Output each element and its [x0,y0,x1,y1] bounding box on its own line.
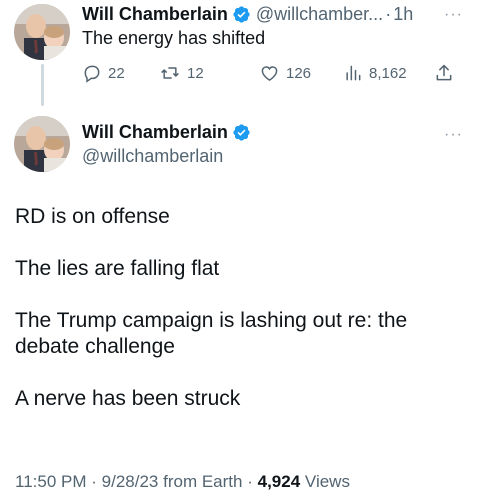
more-icon[interactable]: ··· [444,6,463,24]
author-name[interactable]: Will Chamberlain [82,122,228,143]
like-count: 126 [286,64,312,82]
separator-dot: · [247,472,253,491]
tweet-time[interactable]: 11:50 PM [15,472,87,491]
verified-badge-icon [233,123,250,141]
reply-tweet-header: Will Chamberlain @willchamber... · 1h [82,2,413,26]
tweet-metadata: 11:50 PM · 9/28/23 from Earth · 4,924 Vi… [15,472,350,492]
tweet-text: The energy has shifted [82,28,266,48]
separator-dot: · [385,3,392,24]
views-count: 8,162 [369,64,407,82]
tweet-paragraph: The lies are falling flat [15,257,220,280]
views-button[interactable]: 8,162 [343,60,407,86]
tweet-paragraph: The Trump campaign is lashing out re: th… [15,309,408,358]
verified-badge-icon [233,5,250,23]
avatar-photo [14,4,70,60]
tweet-paragraph: RD is on offense [15,205,170,228]
tweet-time[interactable]: 1h [393,4,413,25]
tweet-date[interactable]: 9/28/23 [102,472,159,491]
reply-icon [84,65,100,83]
thread-connector-line [41,64,44,106]
tweet-source: from Earth [163,472,243,491]
retweet-count: 12 [187,64,204,82]
like-button[interactable]: 126 [259,60,311,86]
avatar[interactable] [14,4,70,60]
views-label: Views [304,472,350,491]
main-tweet-text: RD is on offense The lies are falling fl… [15,204,465,438]
like-icon [261,66,278,81]
action-bar: 22 12 126 8,162 [82,60,467,86]
tweet-paragraph: A nerve has been struck [15,387,241,410]
retweet-icon [161,67,179,79]
avatar[interactable] [14,116,70,172]
author-handle[interactable]: @willchamberlain [82,144,256,168]
reply-tweet[interactable]: Will Chamberlain @willchamber... · 1h ··… [0,0,477,108]
author-handle[interactable]: @willchamber... [256,4,383,25]
reply-count: 22 [108,64,125,82]
views-icon [346,65,361,81]
retweet-button[interactable]: 12 [159,60,204,86]
reply-button[interactable]: 22 [82,60,125,86]
views-total[interactable]: 4,924 [258,472,301,491]
main-tweet-header: Will Chamberlain @willchamberlain [82,120,256,168]
share-icon [436,64,452,81]
avatar-photo [14,116,70,172]
share-button[interactable] [434,60,460,86]
separator-dot: · [91,472,97,491]
more-icon[interactable]: ··· [444,126,463,144]
author-name[interactable]: Will Chamberlain [82,4,228,25]
